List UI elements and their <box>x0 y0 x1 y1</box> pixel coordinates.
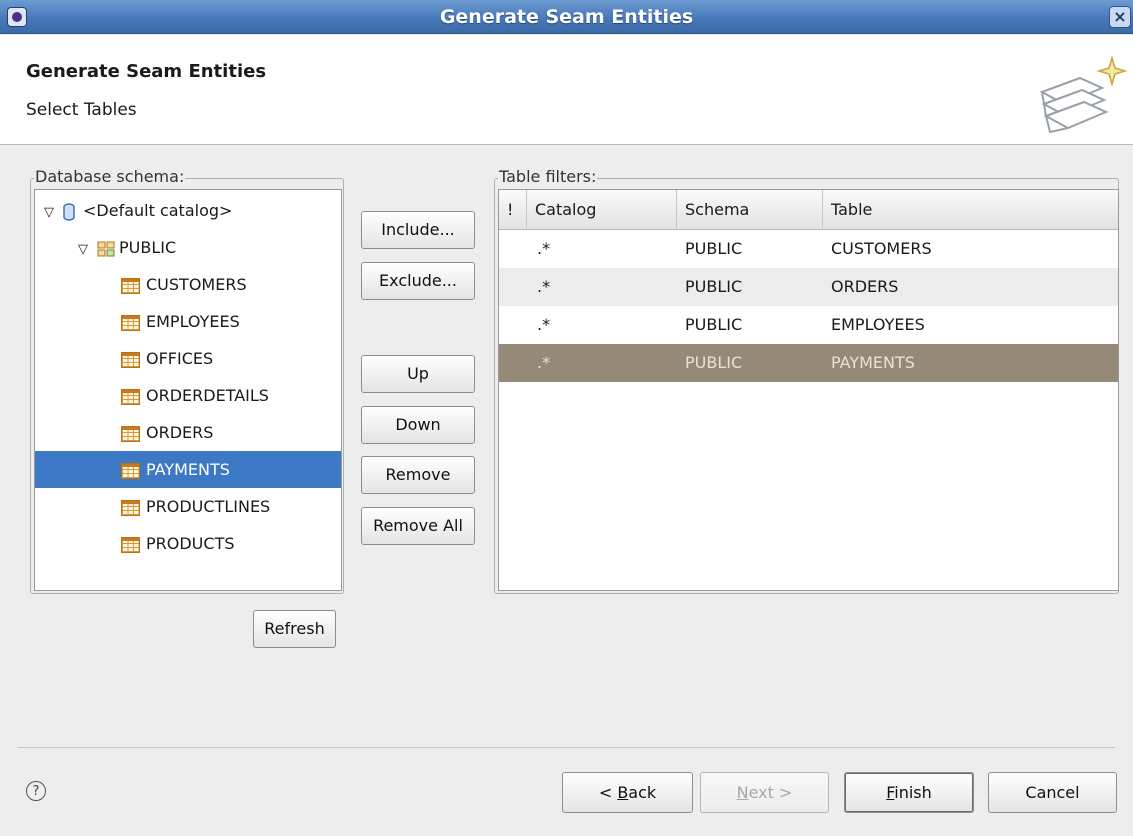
table-label: CUSTOMERS <box>146 275 247 294</box>
table-label: PRODUCTLINES <box>146 497 271 516</box>
title-bar: Generate Seam Entities × <box>0 0 1133 34</box>
table-label: ORDERS <box>146 423 214 442</box>
tree-item-table[interactable]: PAYMENTS <box>35 451 341 488</box>
wizard-header <box>0 35 1133 145</box>
page-title: Generate Seam Entities <box>26 61 267 82</box>
table-label: PRODUCTS <box>146 534 235 553</box>
cell-catalog: .* <box>537 239 551 258</box>
close-window-button[interactable]: × <box>1109 6 1131 28</box>
down-button[interactable]: Down <box>361 406 475 444</box>
cell-table: EMPLOYEES <box>831 315 925 334</box>
catalog-label: <Default catalog> <box>83 201 233 220</box>
table-row[interactable]: .* PUBLIC ORDERS <box>499 268 1118 306</box>
window-title: Generate Seam Entities <box>439 6 694 28</box>
remove-button[interactable]: Remove <box>361 456 475 494</box>
include-button[interactable]: Include... <box>361 211 475 249</box>
table-icon <box>121 536 140 553</box>
table-row[interactable]: .* PUBLIC EMPLOYEES <box>499 306 1118 344</box>
tree-item-table[interactable]: CUSTOMERS <box>35 266 341 303</box>
database-schema-label: Database schema: <box>34 167 186 186</box>
column-header-table[interactable]: Table <box>823 190 1118 230</box>
expand-toggle-icon[interactable]: ▽ <box>41 194 57 231</box>
cell-schema: PUBLIC <box>685 239 743 258</box>
next-mnemonic: N <box>736 783 749 802</box>
table-row[interactable]: .* PUBLIC PAYMENTS <box>499 344 1118 382</box>
cell-table: ORDERS <box>831 277 899 296</box>
back-label-rest: ack <box>628 783 657 802</box>
finish-label-rest: inish <box>894 783 932 802</box>
footer-separator <box>18 747 1115 748</box>
tree-item-table[interactable]: EMPLOYEES <box>35 303 341 340</box>
tree-item-table[interactable]: ORDERS <box>35 414 341 451</box>
table-label: PAYMENTS <box>146 460 230 479</box>
table-label: EMPLOYEES <box>146 312 240 331</box>
table-row[interactable]: .* PUBLIC CUSTOMERS <box>499 230 1118 268</box>
database-icon <box>63 202 75 221</box>
expand-toggle-icon[interactable]: ▽ <box>75 231 91 268</box>
tree-item-table[interactable]: ORDERDETAILS <box>35 377 341 414</box>
cancel-button[interactable]: Cancel <box>988 772 1117 813</box>
table-filters-label: Table filters: <box>498 167 598 186</box>
schema-tree[interactable]: ▽ <Default catalog> ▽ PUBLIC CUSTOMERS EMPL… <box>34 189 342 591</box>
exclude-button[interactable]: Exclude... <box>361 262 475 300</box>
tree-item-schema[interactable]: ▽ PUBLIC <box>35 229 341 266</box>
table-icon <box>121 388 140 405</box>
column-header-schema[interactable]: Schema <box>677 190 823 230</box>
table-icon <box>121 425 140 442</box>
table-icon <box>121 314 140 331</box>
cell-table: CUSTOMERS <box>831 239 932 258</box>
cell-schema: PUBLIC <box>685 277 743 296</box>
cell-schema: PUBLIC <box>685 315 743 334</box>
cell-catalog: .* <box>537 353 551 372</box>
refresh-button[interactable]: Refresh <box>253 610 336 648</box>
schema-icon <box>97 241 115 256</box>
tree-item-table[interactable]: PRODUCTS <box>35 525 341 562</box>
back-button[interactable]: < Back <box>562 772 693 813</box>
table-filters-table[interactable]: ! Catalog Schema Table .* PUBLIC CUSTOMERS… <box>498 189 1119 591</box>
next-button[interactable]: Next > <box>700 772 829 813</box>
cell-catalog: .* <box>537 315 551 334</box>
next-label-rest: ext > <box>748 783 793 802</box>
remove-all-button[interactable]: Remove All <box>361 507 475 545</box>
schema-label: PUBLIC <box>119 238 177 257</box>
back-mnemonic: B <box>617 783 629 802</box>
table-label: OFFICES <box>146 349 214 368</box>
tree-item-catalog[interactable]: ▽ <Default catalog> <box>35 192 341 229</box>
column-header-catalog[interactable]: Catalog <box>527 190 677 230</box>
table-label: ORDERDETAILS <box>146 386 269 405</box>
tree-item-table[interactable]: PRODUCTLINES <box>35 488 341 525</box>
cell-schema: PUBLIC <box>685 353 743 372</box>
cell-catalog: .* <box>537 277 551 296</box>
page-subtitle: Select Tables <box>26 100 137 120</box>
tree-item-table[interactable]: OFFICES <box>35 340 341 377</box>
table-icon <box>121 462 140 479</box>
wizard-banner-icon <box>1039 55 1128 134</box>
table-list: CUSTOMERS EMPLOYEES OFFICES ORDERDETAILS ORD… <box>35 266 341 562</box>
back-prefix: < <box>598 783 618 802</box>
column-header-flag[interactable]: ! <box>499 190 527 230</box>
finish-button[interactable]: Finish <box>844 772 974 813</box>
up-button[interactable]: Up <box>361 355 475 393</box>
cell-table: PAYMENTS <box>831 353 915 372</box>
help-icon[interactable]: ? <box>26 781 46 801</box>
table-icon <box>121 277 140 294</box>
table-icon <box>121 499 140 516</box>
table-icon <box>121 351 140 368</box>
